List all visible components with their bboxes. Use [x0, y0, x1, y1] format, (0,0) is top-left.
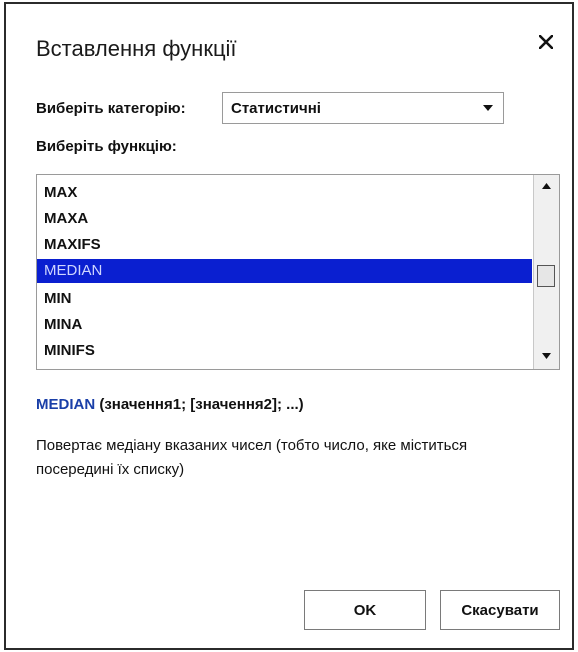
list-item[interactable]: MINIFS — [37, 339, 532, 363]
close-button[interactable] — [534, 30, 558, 54]
function-syntax: MEDIAN (значення1; [значення2]; ...) — [36, 396, 304, 413]
category-dropdown[interactable]: Статистичні — [222, 92, 504, 124]
category-selected-value: Статистичні — [231, 100, 321, 117]
dialog-title: Вставлення функції — [36, 36, 237, 61]
list-item[interactable]: MINA — [37, 313, 532, 337]
function-description: Повертає медіану вказаних чисел (тобто ч… — [36, 437, 468, 478]
scroll-up-arrow-icon[interactable] — [542, 183, 551, 189]
ok-button[interactable]: OK — [304, 590, 426, 630]
scroll-thumb[interactable] — [537, 265, 555, 287]
cancel-button[interactable]: Скасувати — [440, 590, 560, 630]
function-syntax-args: (значення1; [значення2]; ...) — [95, 396, 304, 413]
function-syntax-name: MEDIAN — [36, 396, 96, 413]
function-list[interactable]: MAX MAXA MAXIFS MEDIAN MIN MINA MINIFS — [36, 174, 560, 370]
list-item[interactable]: MAXA — [37, 207, 532, 231]
close-icon — [539, 35, 553, 49]
category-label: Виберіть категорію: — [36, 100, 186, 117]
list-item[interactable]: MIN — [37, 287, 532, 311]
list-item[interactable]: MAX — [37, 181, 532, 205]
list-scrollbar[interactable] — [533, 175, 559, 369]
scroll-down-arrow-icon[interactable] — [542, 353, 551, 359]
list-item-selected[interactable]: MEDIAN — [37, 259, 532, 283]
function-label: Виберіть функцію: — [36, 138, 177, 155]
list-item[interactable]: MAXIFS — [37, 233, 532, 257]
insert-function-dialog: Вставлення функції Виберіть категорію: С… — [4, 2, 574, 650]
chevron-down-icon — [483, 105, 493, 111]
